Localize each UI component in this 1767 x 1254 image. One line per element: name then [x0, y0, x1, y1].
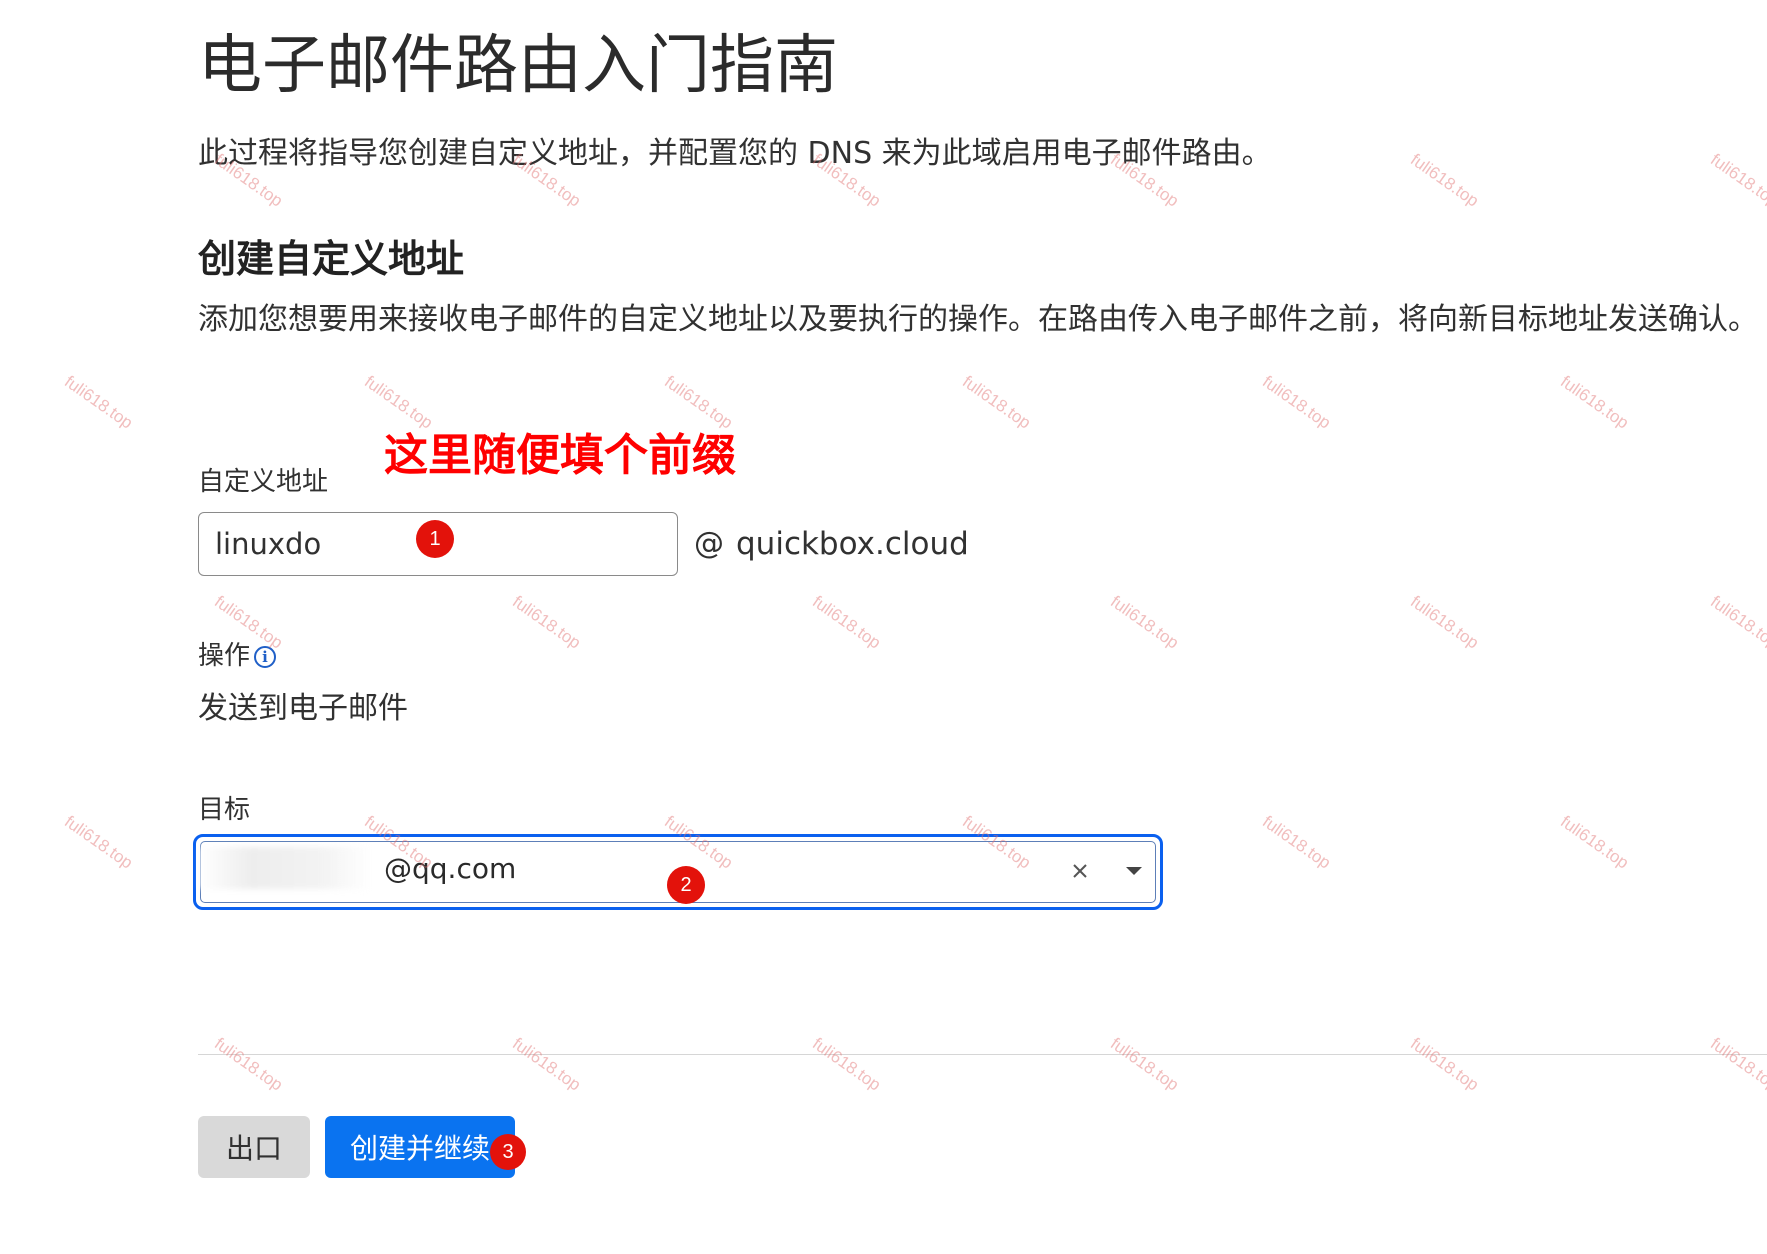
watermark-text: fuli618.top: [1557, 372, 1633, 433]
target-value-text: @qq.com: [384, 852, 517, 885]
watermark-text: fuli618.top: [1259, 812, 1335, 873]
watermark-text: fuli618.top: [809, 1034, 885, 1095]
step-badge-3: 3: [490, 1134, 526, 1170]
watermark-text: fuli618.top: [1259, 372, 1335, 433]
intro-text: 此过程将指导您创建自定义地址，并配置您的 DNS 来为此域启用电子邮件路由。: [198, 136, 1272, 171]
action-value: 发送到电子邮件: [198, 691, 408, 726]
watermark-text: fuli618.top: [509, 592, 585, 653]
clear-icon[interactable]: [1066, 857, 1094, 885]
custom-address-label: 自定义地址: [198, 467, 329, 497]
watermark-text: fuli618.top: [661, 372, 737, 433]
watermark-text: fuli618.top: [1107, 1034, 1183, 1095]
watermark-text: fuli618.top: [959, 372, 1035, 433]
page: 电子邮件路由入门指南 此过程将指导您创建自定义地址，并配置您的 DNS 来为此域…: [0, 0, 1767, 1254]
watermark-text: fuli618.top: [61, 812, 137, 873]
redacted-email-blur: [200, 847, 372, 889]
divider: [198, 1054, 1767, 1055]
watermark-text: fuli618.top: [1407, 592, 1483, 653]
info-icon[interactable]: i: [254, 646, 276, 668]
watermark-text: fuli618.top: [361, 372, 437, 433]
create-and-continue-button[interactable]: 创建并继续: [325, 1116, 515, 1178]
watermark-text: fuli618.top: [1407, 1034, 1483, 1095]
watermark-text: fuli618.top: [1107, 592, 1183, 653]
watermark-text: fuli618.top: [1707, 592, 1767, 653]
section-title: 创建自定义地址: [198, 237, 465, 281]
target-label: 目标: [198, 795, 251, 825]
section-description: 添加您想要用来接收电子邮件的自定义地址以及要执行的操作。在路由传入电子邮件之前，…: [198, 302, 1758, 337]
step-badge-1: 1: [416, 520, 454, 558]
watermark-text: fuli618.top: [1407, 150, 1483, 211]
watermark-text: fuli618.top: [61, 372, 137, 433]
exit-button[interactable]: 出口: [198, 1116, 310, 1178]
chevron-down-icon[interactable]: [1120, 857, 1148, 885]
watermark-text: fuli618.top: [509, 1034, 585, 1095]
watermark-text: fuli618.top: [1707, 150, 1767, 211]
action-label: 操作: [198, 641, 251, 671]
watermark-text: fuli618.top: [1707, 1034, 1767, 1095]
annotation-prefix-hint: 这里随便填个前缀: [384, 430, 736, 481]
step-badge-2: 2: [667, 866, 705, 904]
at-sign: @: [694, 526, 724, 561]
watermark-text: fuli618.top: [211, 1034, 287, 1095]
watermark-text: fuli618.top: [809, 592, 885, 653]
page-title: 电子邮件路由入门指南: [198, 29, 838, 103]
watermark-text: fuli618.top: [1557, 812, 1633, 873]
domain-text: quickbox.cloud: [736, 526, 969, 562]
